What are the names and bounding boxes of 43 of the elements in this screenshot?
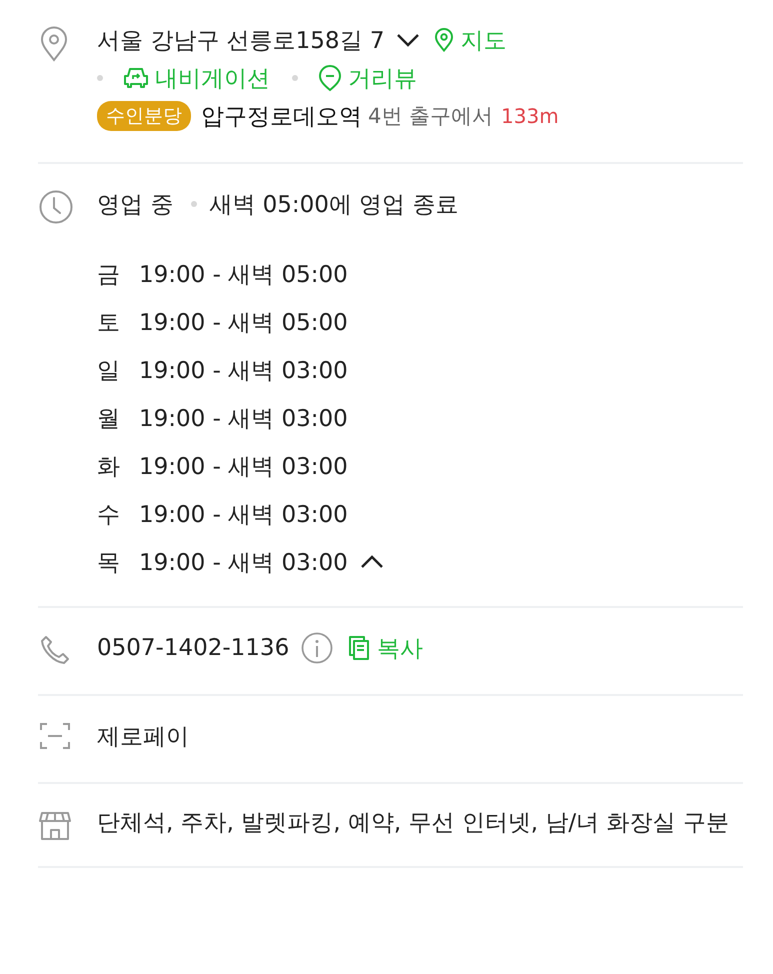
weekday-label: 수 xyxy=(97,500,121,530)
clock-icon xyxy=(39,190,73,224)
scan-frame-icon xyxy=(39,722,71,750)
subway-line-badge: 수인분당 xyxy=(97,101,191,131)
hours-text: 19:00 - 새벽 03:00 xyxy=(139,356,348,386)
hours-text: 19:00 - 새벽 03:00 xyxy=(139,404,348,434)
street-view-link[interactable]: 거리뷰 xyxy=(318,62,417,94)
exit-text: 4번 출구에서 xyxy=(368,103,494,130)
info-icon xyxy=(301,632,334,664)
weekday-label: 토 xyxy=(97,308,121,338)
distance-text: 133m xyxy=(501,104,559,128)
hours-text: 19:00 - 새벽 05:00 xyxy=(139,308,348,338)
phone-number: 0507-1402-1136 xyxy=(97,635,290,661)
weekday-label: 목 xyxy=(97,548,121,578)
closing-time: 새벽 05:00에 영업 종료 xyxy=(209,190,459,220)
expand-address-button[interactable] xyxy=(396,33,420,47)
location-pin-icon xyxy=(434,28,454,52)
minus-pin-icon xyxy=(318,64,342,92)
collapse-hours-button[interactable] xyxy=(360,555,384,569)
weekday-label: 화 xyxy=(97,452,121,482)
weekday-label: 월 xyxy=(97,404,121,434)
weekday-label: 금 xyxy=(97,260,121,290)
weekday-label: 일 xyxy=(97,356,121,386)
hours-text: 19:00 - 새벽 03:00 xyxy=(139,500,348,530)
document-icon xyxy=(347,635,372,661)
station-name: 압구정로데오역 xyxy=(201,102,362,132)
phone-icon xyxy=(39,634,71,666)
car-icon xyxy=(123,66,149,90)
navigation-link[interactable]: 내비게이션 xyxy=(123,62,270,94)
store-icon xyxy=(39,810,71,842)
open-status: 영업 중 xyxy=(97,190,174,220)
amenities-text: 단체석, 주차, 발렛파킹, 예약, 무선 인터넷, 남/녀 화장실 구분 xyxy=(97,809,730,838)
payment-method: 제로페이 xyxy=(97,722,189,752)
hours-text: 19:00 - 새벽 05:00 xyxy=(139,260,348,290)
location-pin-icon xyxy=(39,26,69,62)
hours-text: 19:00 - 새벽 03:00 xyxy=(139,548,348,578)
chevron-up-icon xyxy=(360,555,384,569)
address-text: 서울 강남구 선릉로158길 7 xyxy=(97,26,384,56)
copy-button[interactable]: 복사 xyxy=(347,632,424,664)
chevron-down-icon xyxy=(396,33,420,47)
hours-text: 19:00 - 새벽 03:00 xyxy=(139,452,348,482)
info-button[interactable] xyxy=(301,632,334,664)
map-link[interactable]: 지도 xyxy=(434,24,506,56)
